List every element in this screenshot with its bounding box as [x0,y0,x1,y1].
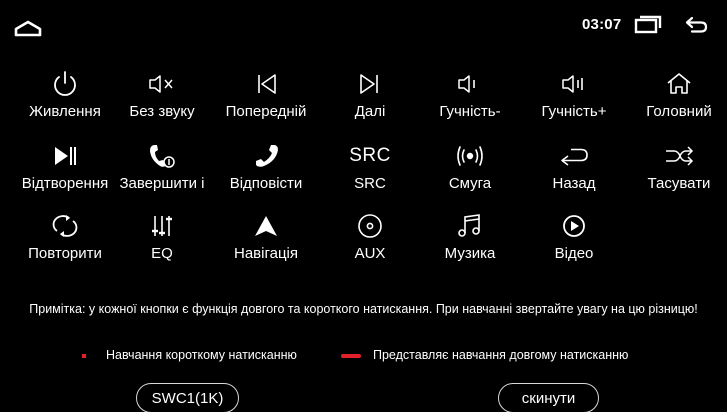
home-icon[interactable] [12,18,44,40]
function-label: SRC [354,175,386,192]
next-track-icon [320,67,420,101]
navigation-icon [216,209,316,243]
function-label: Навігація [233,245,298,262]
function-volume-up[interactable]: Гучність+ [524,67,624,127]
mute-icon [112,67,212,101]
volume-up-icon [524,67,624,101]
function-label: Тасувати [647,175,711,192]
back-icon[interactable] [683,13,711,37]
function-label: EQ [151,245,173,262]
function-label: Відповісти [229,175,303,192]
function-label: Далі [354,103,386,120]
steering-wheel-control-screen: 03:07 Живлення Без звуку Попередній Далі… [0,0,727,412]
status-bar: 03:07 [0,0,727,44]
volume-down-icon [420,67,520,101]
function-music[interactable]: Музика [420,209,520,269]
function-label: Головний [646,103,712,120]
function-back[interactable]: Назад [524,139,624,199]
reset-button[interactable]: скинути [498,383,599,412]
swc-mode-button[interactable]: SWC1(1K) [136,383,239,412]
equalizer-icon [112,209,212,243]
home-icon [629,67,727,101]
function-aux[interactable]: AUX [320,209,420,269]
function-next[interactable]: Далі [320,67,420,127]
long-press-legend-label: Представляє навчання довгому натисканню [373,348,629,362]
function-navigation[interactable]: Навігація [216,209,316,269]
shuffle-icon [629,139,727,173]
music-icon [420,209,520,243]
function-label: Назад [552,175,596,192]
src-icon-text: SRC [349,145,391,166]
repeat-icon [15,209,115,243]
function-play-pause[interactable]: Відтворення [15,139,115,199]
function-volume-down[interactable]: Гучність- [420,67,520,127]
aux-icon [320,209,420,243]
function-video[interactable]: Відео [524,209,624,269]
function-answer[interactable]: Відповісти [216,139,316,199]
function-shuffle[interactable]: Тасувати [629,139,727,199]
function-src[interactable]: SRC SRC [320,139,420,199]
function-label: Живлення [29,103,101,120]
long-press-marker [341,354,361,358]
back-icon [524,139,624,173]
play-pause-icon [15,139,115,173]
learning-note: Примітка: у кожної кнопки є функція довг… [29,302,698,316]
short-press-marker [82,354,86,358]
function-label: Відтворення [21,175,109,192]
hang-up-icon [112,139,212,173]
video-icon [524,209,624,243]
previous-track-icon [216,67,316,101]
function-power[interactable]: Живлення [15,67,115,127]
function-previous[interactable]: Попередній [216,67,316,127]
function-label: Гучність+ [541,103,607,120]
src-icon: SRC [320,139,420,173]
function-label: Гучність- [439,103,501,120]
clock: 03:07 [582,16,622,33]
recent-apps-icon[interactable] [634,13,662,37]
function-label: Повторити [28,245,102,262]
function-label: Завершити і [119,175,205,192]
function-label: Відео [554,245,594,262]
function-band[interactable]: Смуга [420,139,520,199]
function-hang-up[interactable]: Завершити і [112,139,212,199]
legend: Навчання короткому натисканню Представля… [0,348,727,366]
function-repeat[interactable]: Повторити [15,209,115,269]
power-icon [15,67,115,101]
function-home[interactable]: Головний [629,67,727,127]
short-press-legend-label: Навчання короткому натисканню [106,348,297,362]
function-label: Попередній [225,103,307,120]
function-label: AUX [354,245,386,262]
answer-call-icon [216,139,316,173]
function-label: Музика [444,245,496,262]
function-eq[interactable]: EQ [112,209,212,269]
radio-band-icon [420,139,520,173]
function-label: Смуга [448,175,492,192]
function-mute[interactable]: Без звуку [112,67,212,127]
function-label: Без звуку [129,103,195,120]
